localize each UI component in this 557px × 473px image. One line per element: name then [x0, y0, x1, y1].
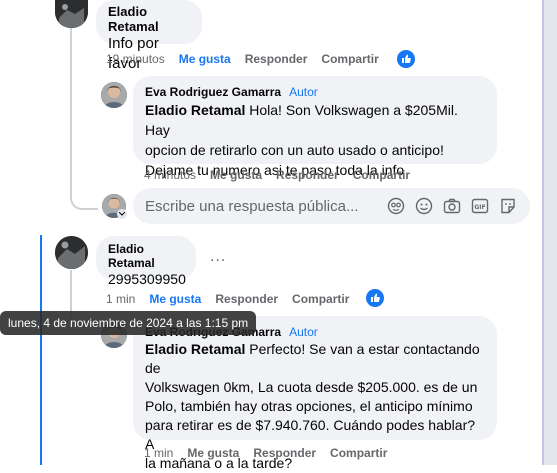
like-button[interactable]: Me gusta: [210, 168, 262, 182]
comment-author[interactable]: Eladio Retamal: [108, 242, 184, 270]
comment-author[interactable]: Eladio Retamal: [108, 4, 190, 34]
comment-bubble: Eladio Retamal 2995309950: [96, 236, 196, 287]
share-button[interactable]: Compartir: [353, 168, 410, 182]
comment-time[interactable]: 1 min: [144, 446, 173, 460]
reply-button[interactable]: Responder: [215, 292, 278, 306]
reply-placeholder: Escribe una respuesta pública...: [145, 197, 359, 215]
comment-bubble: Eladio Retamal Info por favor: [96, 0, 202, 72]
gif-icon[interactable]: GIF: [470, 196, 490, 216]
reply-button[interactable]: Responder: [253, 446, 316, 460]
comment-actions: 19 minutos Me gusta Responder Compartir: [106, 52, 393, 66]
share-button[interactable]: Compartir: [321, 52, 378, 66]
reply-button[interactable]: Responder: [245, 52, 308, 66]
highlight-line: [40, 235, 42, 465]
avatar[interactable]: [55, 236, 88, 269]
like-reaction-icon[interactable]: [397, 50, 415, 68]
comment-header: Eva Rodriguez Gamarra Autor: [145, 84, 485, 100]
svg-text:GIF: GIF: [474, 204, 485, 211]
thread-connector-curve: [70, 190, 98, 210]
comment-actions: 1 min Me gusta Responder Compartir: [106, 292, 363, 306]
comment-time[interactable]: 4 minutos: [144, 168, 196, 182]
emoji-icon[interactable]: [414, 196, 434, 216]
reply-input[interactable]: Escribe una respuesta pública... GIF: [133, 188, 530, 224]
sticker-icon[interactable]: [498, 196, 518, 216]
like-button[interactable]: Me gusta: [179, 52, 231, 66]
timestamp-tooltip: lunes, 4 de noviembre de 2024 a las 1:15…: [0, 311, 257, 335]
comment-text: 2995309950: [108, 271, 186, 287]
like-button[interactable]: Me gusta: [149, 292, 201, 306]
comment-actions: 4 minutos Me gusta Responder Compartir: [144, 168, 424, 182]
mention-link[interactable]: Eladio Retamal: [145, 102, 245, 118]
comment-time[interactable]: 1 min: [106, 292, 135, 306]
comment-actions: 1 min Me gusta Responder Compartir: [144, 446, 401, 460]
chevron-down-icon[interactable]: [117, 209, 127, 219]
comment-author[interactable]: Eva Rodriguez Gamarra: [145, 85, 281, 99]
reply-tools: GIF: [386, 196, 518, 216]
share-button[interactable]: Compartir: [330, 446, 387, 460]
reply-button[interactable]: Responder: [276, 168, 339, 182]
page-divider: [542, 0, 544, 465]
avatar-sticker-icon[interactable]: [386, 196, 406, 216]
comment-time[interactable]: 19 minutos: [106, 52, 165, 66]
thread-connector: [70, 28, 72, 196]
avatar[interactable]: [101, 82, 127, 108]
more-options-icon[interactable]: ...: [210, 248, 226, 266]
camera-icon[interactable]: [442, 196, 462, 216]
avatar[interactable]: [55, 0, 88, 28]
like-button[interactable]: Me gusta: [187, 446, 239, 460]
author-badge: Autor: [289, 85, 318, 99]
author-badge: Autor: [289, 325, 318, 339]
scrollbar-track[interactable]: [542, 0, 557, 465]
mention-link[interactable]: Eladio Retamal: [145, 341, 245, 357]
comment-bubble: Eva Rodriguez Gamarra Autor Eladio Retama…: [133, 76, 497, 178]
like-reaction-icon[interactable]: [366, 289, 384, 307]
share-button[interactable]: Compartir: [292, 292, 349, 306]
